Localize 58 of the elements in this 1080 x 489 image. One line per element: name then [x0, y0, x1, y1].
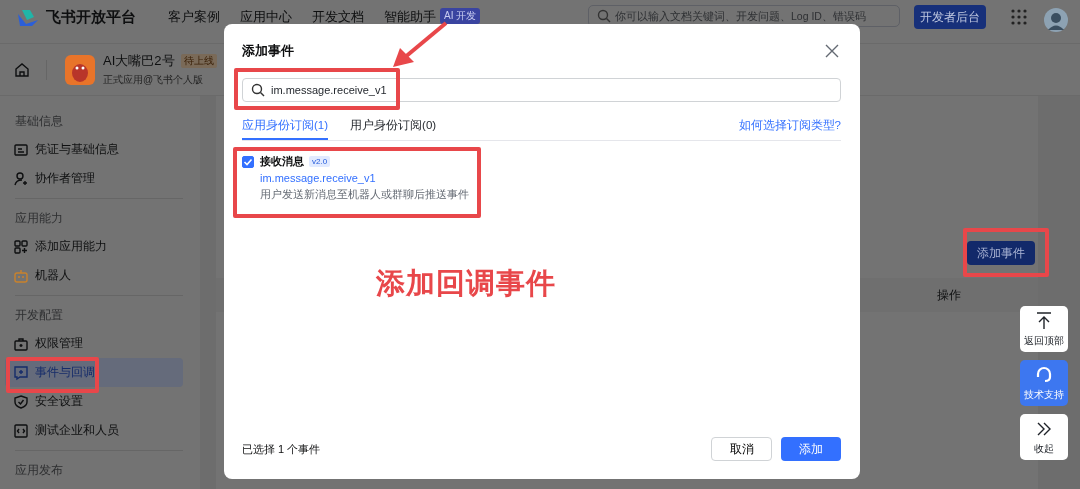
arrow-up-icon	[1034, 310, 1054, 331]
cancel-button[interactable]: 取消	[711, 437, 772, 461]
help-link[interactable]: 如何选择订阅类型?	[738, 117, 841, 133]
add-event-button[interactable]: 添加事件	[967, 241, 1035, 265]
nav-link[interactable]: 智能助手	[384, 8, 436, 26]
float-button[interactable]: 返回顶部	[1020, 306, 1068, 352]
app-name: AI大嘴巴2号	[103, 52, 175, 70]
sidebar-item[interactable]: 安全设置	[5, 387, 183, 416]
selection-summary: 已选择 1 个事件	[242, 441, 321, 457]
float-button[interactable]: 收起	[1020, 414, 1068, 460]
event-name: 接收消息	[260, 154, 304, 169]
headset-icon	[1034, 364, 1054, 385]
sidebar-item[interactable]: 协作者管理	[5, 164, 183, 193]
column-header: 操作	[936, 286, 962, 304]
app-logo-icon	[65, 54, 95, 85]
section-heading: 开发配置	[14, 307, 64, 324]
search-icon	[597, 9, 611, 23]
home-icon	[14, 61, 30, 78]
user-plus-icon	[13, 170, 29, 187]
section-heading: 应用能力	[14, 210, 64, 227]
checkbox[interactable]	[242, 156, 254, 168]
chat-plus-icon	[13, 364, 29, 381]
nav-link[interactable]: 开发文档	[312, 8, 364, 26]
avatar-icon	[1044, 8, 1068, 32]
float-button[interactable]: 技术支持	[1020, 360, 1068, 406]
add-button[interactable]: 添加	[781, 437, 841, 461]
ai-badge: AI 开发	[440, 8, 481, 24]
blocks-icon	[13, 238, 29, 255]
app-subtitle: 正式应用@飞书个人版	[103, 73, 205, 87]
section-heading: 基础信息	[14, 113, 64, 130]
robot-icon	[13, 267, 29, 284]
search-field[interactable]: im.message.receive_v1	[242, 78, 841, 102]
close-icon	[825, 44, 839, 58]
event-description: 用户发送新消息至机器人或群聊后推送事件	[260, 187, 469, 202]
annotation-caption: 添加回调事件	[376, 266, 556, 301]
nav-link[interactable]: 客户案例	[168, 8, 220, 26]
section-heading: 应用发布	[14, 462, 64, 479]
dialog-title: 添加事件	[242, 42, 294, 60]
nav-link[interactable]: 应用中心	[240, 8, 292, 26]
console-button[interactable]: 开发者后台	[914, 5, 986, 29]
sidebar-item[interactable]: 凭证与基础信息	[5, 135, 183, 164]
event-key: im.message.receive_v1	[260, 172, 469, 184]
sidebar-item[interactable]: 测试企业和人员	[5, 416, 183, 445]
tab[interactable]: 用户身份订阅(0)	[350, 110, 437, 140]
sidebar-item[interactable]: 机器人	[5, 261, 183, 290]
brand-name: 飞书开放平台	[46, 8, 136, 27]
code-box-icon	[13, 422, 29, 439]
sidebar-item[interactable]: 权限管理	[5, 329, 183, 358]
apps-grid-icon	[1010, 8, 1028, 26]
close-button[interactable]	[823, 42, 841, 60]
briefcase-icon	[13, 335, 29, 352]
sidebar-item[interactable]: 添加应用能力	[5, 232, 183, 261]
search-icon	[251, 83, 265, 97]
logo-icon	[16, 8, 40, 28]
tab[interactable]: 应用身份订阅(1)	[242, 110, 329, 140]
card-icon	[13, 141, 29, 158]
version-tag: v2.0	[309, 156, 331, 167]
shield-check-icon	[13, 393, 29, 410]
